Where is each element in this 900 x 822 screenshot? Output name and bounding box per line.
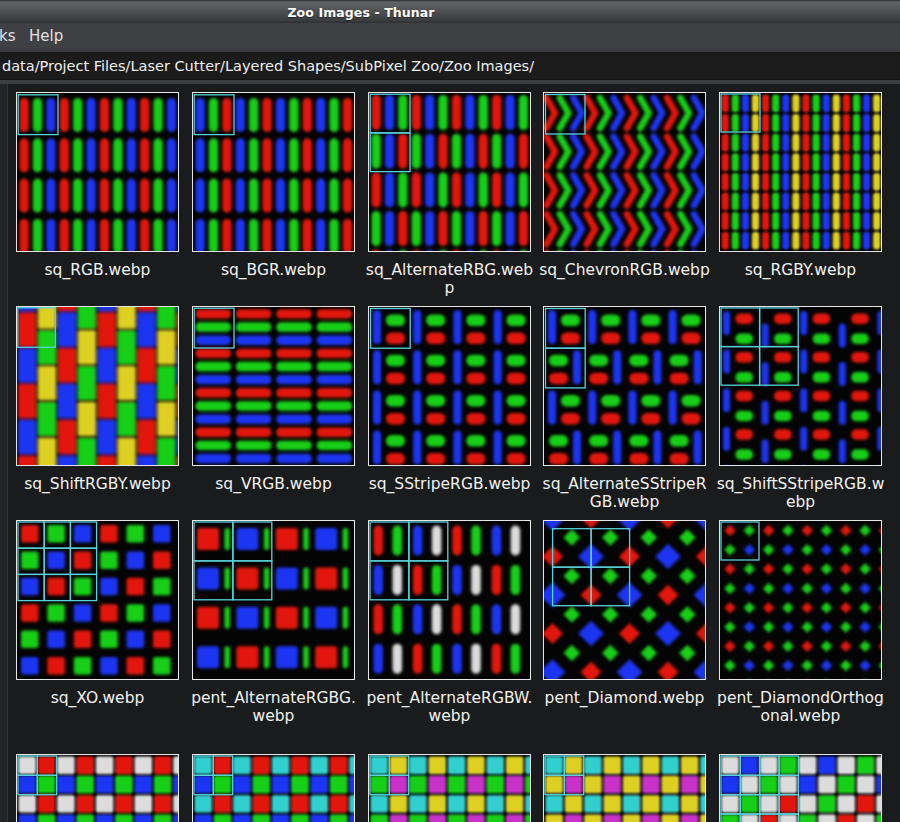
file-label: sq_ChevronRGB.webp <box>536 261 713 279</box>
thumbnail-sq_ShiftSStripeRGB.webp <box>719 306 882 466</box>
file-label: pent_DiamondOrthogonal.webp <box>712 689 889 725</box>
location-bar-input[interactable]: data/Project Files/Laser Cutter/Layered … <box>0 52 900 80</box>
file-item-sq_SStripeRGB.webp[interactable]: sq_SStripeRGB.webp <box>368 306 531 466</box>
file-label: sq_AlternateRBG.webp <box>361 261 538 297</box>
file-label: pent_Diamond.webp <box>536 689 713 707</box>
file-item-sq_RGB.webp[interactable]: sq_RGB.webp <box>16 92 179 252</box>
file-label: sq_SStripeRGB.webp <box>361 475 538 493</box>
file-item-sq_BGR.webp[interactable]: sq_BGR.webp <box>192 92 355 252</box>
thumbnail-sq_RGBY.webp <box>719 92 882 252</box>
thumbnail-sq_AlternateRBG.webp <box>368 92 531 252</box>
thumbnail-cropped-4 <box>543 754 706 822</box>
thumbnail-sq_AlternateSStripeRGB.webp <box>543 306 706 466</box>
thumbnail-sq_RGB.webp <box>16 92 179 252</box>
file-label: pent_AlternateRGBW.webp <box>361 689 538 725</box>
window-title: Zoo Images - Thunar <box>287 5 434 20</box>
file-label: pent_AlternateRGBG.webp <box>185 689 362 725</box>
side-pane-edge <box>0 84 8 822</box>
file-item-sq_AlternateRBG.webp[interactable]: sq_AlternateRBG.webp <box>368 92 531 252</box>
thumbnail-pent_DiamondOrthogonal.webp <box>719 520 882 680</box>
thumbnail-pent_AlternateRGBG.webp <box>192 520 355 680</box>
toolbar: data/Project Files/Laser Cutter/Layered … <box>0 50 900 84</box>
thumbnail-cropped-1 <box>16 754 179 822</box>
thumbnail-sq_SStripeRGB.webp <box>368 306 531 466</box>
file-item-pent_AlternateRGBW.webp[interactable]: pent_AlternateRGBW.webp <box>368 520 531 680</box>
file-label: sq_BGR.webp <box>185 261 362 279</box>
file-item-sq_RGBY.webp[interactable]: sq_RGBY.webp <box>719 92 882 252</box>
file-item-sq_XO.webp[interactable]: sq_XO.webp <box>16 520 179 680</box>
file-label: sq_RGBY.webp <box>712 261 889 279</box>
thumbnail-cropped-5 <box>719 754 882 822</box>
thumbnail-sq_ChevronRGB.webp <box>543 92 706 252</box>
file-label: sq_RGB.webp <box>9 261 186 279</box>
file-label: sq_ShiftSStripeRGB.webp <box>712 475 889 511</box>
file-label: sq_XO.webp <box>9 689 186 707</box>
icon-view[interactable]: sq_RGB.webpsq_BGR.webpsq_AlternateRBG.we… <box>0 84 900 822</box>
file-item-cropped-5[interactable] <box>719 754 882 822</box>
title-bar[interactable]: Zoo Images - Thunar <box>0 0 900 23</box>
file-label: sq_ShiftRGBY.webp <box>9 475 186 493</box>
thumbnail-sq_VRGB.webp <box>192 306 355 466</box>
thumbnail-cropped-3 <box>368 754 531 822</box>
file-label: sq_VRGB.webp <box>185 475 362 493</box>
menu-item-help[interactable]: Help <box>29 27 63 45</box>
file-item-cropped-1[interactable] <box>16 754 179 822</box>
thumbnail-pent_Diamond.webp <box>543 520 706 680</box>
file-item-sq_ShiftSStripeRGB.webp[interactable]: sq_ShiftSStripeRGB.webp <box>719 306 882 466</box>
thumbnail-pent_AlternateRGBW.webp <box>368 520 531 680</box>
thunar-window: Zoo Images - Thunar ks Help data/Project… <box>0 0 900 822</box>
file-item-cropped-3[interactable] <box>368 754 531 822</box>
file-label: sq_AlternateSStripeRGB.webp <box>536 475 713 511</box>
file-item-pent_DiamondOrthogonal.webp[interactable]: pent_DiamondOrthogonal.webp <box>719 520 882 680</box>
thumbnail-cropped-2 <box>192 754 355 822</box>
file-item-sq_AlternateSStripeRGB.webp[interactable]: sq_AlternateSStripeRGB.webp <box>543 306 706 466</box>
menu-item-bookmarks-cropped[interactable]: ks <box>0 27 16 45</box>
file-item-sq_ShiftRGBY.webp[interactable]: sq_ShiftRGBY.webp <box>16 306 179 466</box>
file-item-cropped-4[interactable] <box>543 754 706 822</box>
file-item-sq_ChevronRGB.webp[interactable]: sq_ChevronRGB.webp <box>543 92 706 252</box>
menu-bar: ks Help <box>0 23 900 50</box>
thumbnail-sq_ShiftRGBY.webp <box>16 306 179 466</box>
thumbnail-sq_BGR.webp <box>192 92 355 252</box>
file-item-cropped-2[interactable] <box>192 754 355 822</box>
file-item-pent_Diamond.webp[interactable]: pent_Diamond.webp <box>543 520 706 680</box>
thumbnail-sq_XO.webp <box>16 520 179 680</box>
file-item-pent_AlternateRGBG.webp[interactable]: pent_AlternateRGBG.webp <box>192 520 355 680</box>
file-item-sq_VRGB.webp[interactable]: sq_VRGB.webp <box>192 306 355 466</box>
